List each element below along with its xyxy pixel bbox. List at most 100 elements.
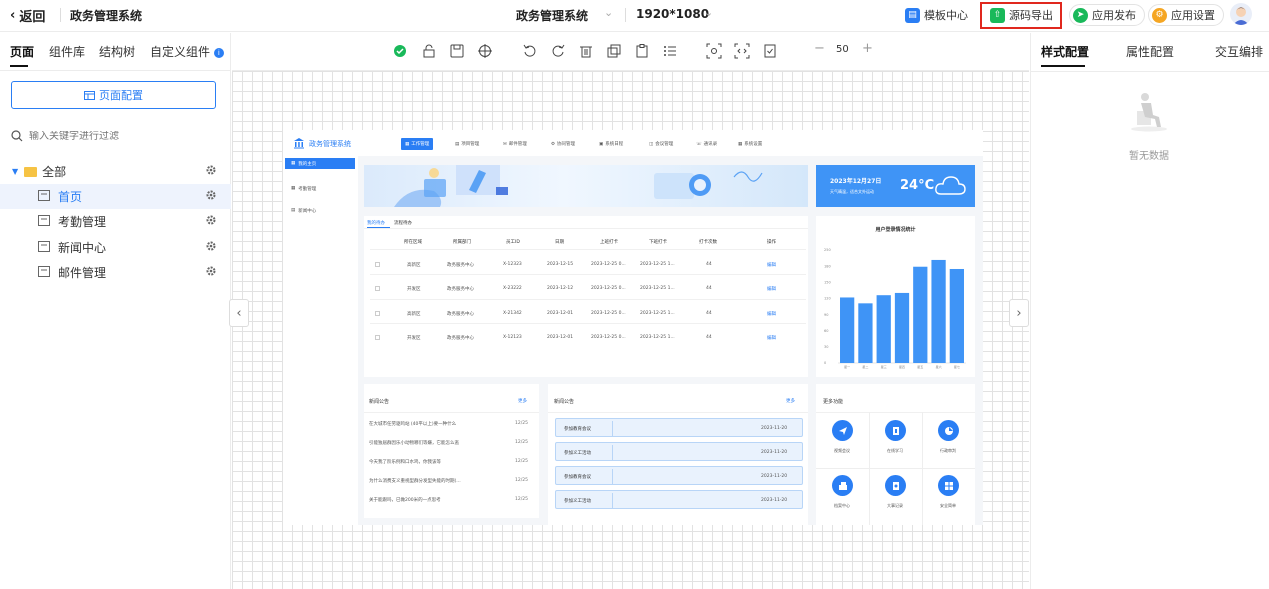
news-more-link[interactable]: 更多	[518, 398, 527, 404]
app-publish-button[interactable]: ➤ 应用发布	[1069, 4, 1145, 26]
edit-link[interactable]: 编辑	[767, 286, 776, 292]
gear-icon[interactable]	[205, 265, 217, 280]
record-icon[interactable]	[885, 475, 906, 496]
save-icon[interactable]	[449, 43, 465, 59]
edit-link[interactable]: 编辑	[767, 311, 776, 317]
row-checkbox[interactable]	[375, 286, 380, 291]
app-settings-button[interactable]: ⚙ 应用设置	[1148, 4, 1224, 26]
zoom-in-icon[interactable]: +	[862, 41, 873, 56]
table-cell: 开发区	[407, 336, 421, 341]
back-label: 返回	[19, 10, 46, 25]
preview-side-item[interactable]: ▦ 我的主页	[285, 158, 355, 169]
chart-bar[interactable]	[840, 297, 855, 363]
redo-icon[interactable]	[550, 43, 566, 59]
gear-icon[interactable]	[205, 214, 217, 229]
tree-item-root[interactable]: ▼ 全部	[0, 159, 231, 184]
x-tick-label: 星六	[936, 364, 942, 369]
chart-bar[interactable]	[894, 292, 910, 363]
row-checkbox[interactable]	[375, 335, 380, 340]
page-config-button[interactable]: 页面配置	[11, 81, 216, 109]
preview-nav-item[interactable]: ⚙ 协同管理	[551, 138, 575, 150]
tab-custom-components[interactable]: 自定义组件 i	[150, 43, 224, 60]
avatar[interactable]	[1230, 3, 1252, 25]
chart-bar[interactable]	[949, 268, 964, 363]
code-icon[interactable]	[734, 43, 750, 59]
chevron-down-icon[interactable]: ⌄	[704, 6, 713, 19]
check-circle-icon[interactable]	[392, 43, 408, 59]
collapse-right-button[interactable]: ›	[1009, 299, 1029, 327]
video-meeting-icon[interactable]	[832, 420, 853, 441]
undo-icon[interactable]	[522, 43, 538, 59]
source-export-button[interactable]: ⇧ 源码导出	[990, 4, 1053, 26]
lock-icon[interactable]	[421, 43, 437, 59]
template-center-button[interactable]: ▤ 模板中心	[905, 4, 968, 26]
file-check-icon[interactable]	[762, 43, 778, 59]
caret-down-icon[interactable]: ▼	[12, 167, 18, 176]
page-preview[interactable]: 政务管理系统 ▦ 工作管理 ▤ 项目管理 ✉ 邮件管理 ⚙ 协同管理 ▣ 系统日程 ◫ 会议…	[283, 130, 983, 525]
preview-nav-item[interactable]: ✉ 邮件管理	[503, 138, 527, 150]
preview-side-item[interactable]: ▤ 新闻中心	[285, 205, 355, 216]
tab-page[interactable]: 页面	[10, 43, 34, 60]
chart-bar[interactable]	[913, 266, 928, 363]
list-icon[interactable]	[662, 43, 678, 59]
row-checkbox[interactable]	[375, 311, 380, 316]
preview-nav-item[interactable]: ▣ 系统日程	[599, 138, 623, 150]
tab-property-config[interactable]: 属性配置	[1126, 43, 1174, 60]
grid-apps-icon[interactable]	[938, 475, 959, 496]
approval-icon[interactable]	[938, 420, 959, 441]
target-icon[interactable]	[477, 43, 493, 59]
chart-bar[interactable]	[931, 259, 946, 363]
gear-icon[interactable]	[205, 240, 217, 255]
tab-component-library[interactable]: 组件库	[49, 43, 85, 60]
meeting-item[interactable]: 参加义工活动 2023-11-20	[555, 490, 803, 509]
news-item-title[interactable]: 关于能跟吗，已做200米的一点思考	[369, 497, 509, 503]
edit-link[interactable]: 编辑	[767, 262, 776, 268]
delete-icon[interactable]	[578, 43, 594, 59]
edit-link[interactable]: 编辑	[767, 335, 776, 341]
news-item-title[interactable]: 今天我了阶乐例和口水鸡，你我该等	[369, 459, 509, 465]
preview-nav-item[interactable]: ▤ 项目管理	[455, 138, 479, 150]
tab-my-todo[interactable]: 我的待办	[367, 220, 385, 226]
tree-item-mail[interactable]: 邮件管理	[0, 260, 231, 285]
tab-flow-todo[interactable]: 流程待办	[394, 220, 412, 226]
project-title[interactable]: 政务管理系统	[516, 7, 588, 24]
chart-bar[interactable]	[876, 295, 891, 363]
back-button[interactable]: ‹ 返回	[10, 6, 45, 25]
archive-icon[interactable]	[832, 475, 853, 496]
info-icon[interactable]: i	[213, 47, 224, 58]
resolution-select[interactable]: 1920*1080	[636, 7, 709, 21]
gear-icon[interactable]	[205, 164, 217, 179]
gear-icon[interactable]	[205, 189, 217, 204]
news-item-date: 12/25	[515, 440, 528, 445]
chart-bar[interactable]	[858, 303, 873, 363]
zoom-out-icon[interactable]: −	[814, 41, 825, 56]
row-checkbox[interactable]	[375, 262, 380, 267]
tree-item-home[interactable]: 首页	[0, 184, 231, 209]
tab-interaction[interactable]: 交互编排	[1215, 43, 1263, 60]
meeting-item[interactable]: 参加教育会议 2023-11-20	[555, 466, 803, 485]
preview-nav-item[interactable]: ▦ 系统设置	[738, 138, 762, 150]
table-cell: 2023-12-01	[547, 335, 574, 340]
chevron-down-icon[interactable]: ⌄	[604, 6, 613, 19]
tab-structure-tree[interactable]: 结构树	[99, 43, 135, 60]
tree-item-attendance[interactable]: 考勤管理	[0, 209, 231, 234]
preview-nav-item[interactable]: ◫ 会议管理	[649, 138, 673, 150]
paste-icon[interactable]	[634, 43, 650, 59]
search-input[interactable]	[29, 130, 209, 142]
tab-style-config[interactable]: 样式配置	[1041, 43, 1089, 60]
preview-nav-item[interactable]: ☏ 通讯录	[696, 138, 717, 150]
collapse-left-button[interactable]: ‹	[229, 299, 249, 327]
tree-item-news[interactable]: 新闻中心	[0, 235, 231, 260]
news-item-title[interactable]: 为什么消费支义重视型群分发型失能的时期(…	[369, 478, 509, 484]
meeting-item[interactable]: 参加义工活动 2023-11-20	[555, 442, 803, 461]
meeting-item[interactable]: 参加教育会议 2023-11-20	[555, 418, 803, 437]
preview-side-item[interactable]: ▦ 考勤管理	[285, 183, 355, 194]
copy-icon[interactable]	[606, 43, 622, 59]
learning-icon[interactable]	[885, 420, 906, 441]
meetings-more-link[interactable]: 更多	[786, 398, 795, 404]
news-item-title[interactable]: 引能独居群因乐小动物哪们等嫌，它能怎么逃	[369, 440, 509, 446]
tree-label: 新闻中心	[58, 241, 107, 255]
preview-icon[interactable]	[706, 43, 722, 59]
news-item-title[interactable]: 在大城市任劳驱鸣站 (40平以上)要一种什么	[369, 421, 509, 427]
preview-nav-item[interactable]: ▦ 工作管理	[401, 138, 434, 150]
